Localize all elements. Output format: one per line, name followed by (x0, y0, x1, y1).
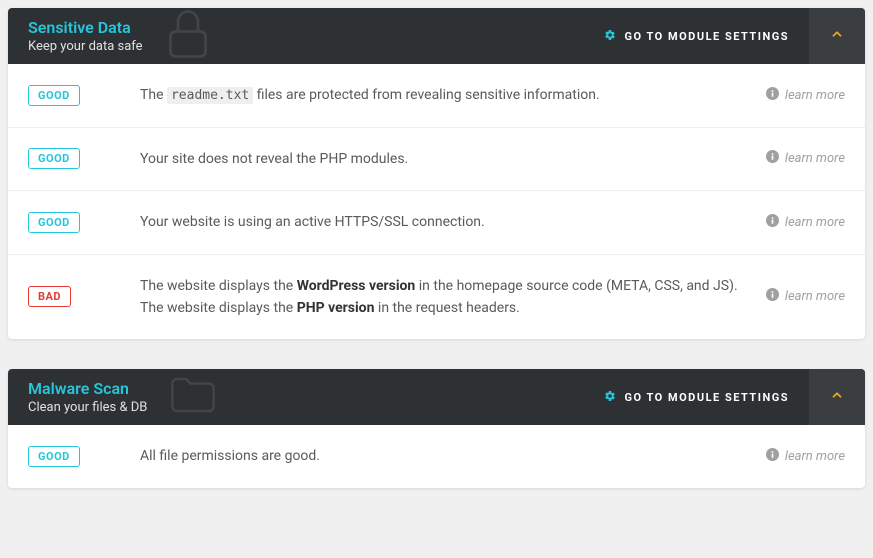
info-icon (766, 214, 779, 231)
gear-icon (604, 390, 616, 405)
module-subtitle: Clean your files & DB (28, 400, 584, 415)
status-description: The readme.txt files are protected from … (140, 84, 766, 107)
learn-more-label: learn more (785, 215, 845, 230)
desc-text: Your site does not reveal the PHP module… (140, 151, 408, 167)
module-header: Sensitive Data Keep your data safe GO TO M… (8, 8, 865, 64)
learn-more-label: learn more (785, 88, 845, 103)
learn-more-link[interactable]: learn more (766, 288, 845, 305)
status-description: All file permissions are good. (140, 445, 766, 467)
info-icon (766, 87, 779, 104)
module-subtitle: Keep your data safe (28, 39, 584, 54)
desc-bold: PHP version (297, 300, 375, 316)
status-row: GOOD Your site does not reveal the PHP mo… (8, 128, 865, 191)
desc-code: readme.txt (167, 87, 253, 104)
desc-bold: WordPress version (297, 278, 416, 294)
chevron-up-icon (830, 388, 844, 406)
module-settings-link[interactable]: GO TO MODULE SETTINGS (584, 29, 809, 44)
settings-label: GO TO MODULE SETTINGS (624, 391, 789, 404)
info-icon (766, 288, 779, 305)
learn-more-label: learn more (785, 449, 845, 464)
status-badge: BAD (28, 286, 71, 307)
learn-more-link[interactable]: learn more (766, 448, 845, 465)
collapse-toggle[interactable] (809, 369, 865, 425)
learn-more-link[interactable]: learn more (766, 87, 845, 104)
status-description: The website displays the WordPress versi… (140, 275, 766, 320)
info-icon (766, 448, 779, 465)
module-card: Sensitive Data Keep your data safe GO TO M… (8, 8, 865, 339)
settings-label: GO TO MODULE SETTINGS (624, 30, 789, 43)
module-settings-link[interactable]: GO TO MODULE SETTINGS (584, 390, 809, 405)
status-row: GOOD The readme.txt files are protected f… (8, 64, 865, 128)
gear-icon (604, 29, 616, 44)
desc-text: files are protected from revealing sensi… (253, 87, 599, 103)
status-badge: GOOD (28, 212, 80, 233)
collapse-toggle[interactable] (809, 8, 865, 64)
desc-text: in the request headers. (374, 300, 519, 316)
status-row: BAD The website displays the WordPress ve… (8, 255, 865, 340)
status-row: GOOD All file permissions are good. learn … (8, 425, 865, 487)
info-icon (766, 150, 779, 167)
desc-text: in the homepage source code (META, CSS, … (415, 278, 737, 294)
status-description: Your site does not reveal the PHP module… (140, 148, 766, 170)
module-card: Malware Scan Clean your files & DB GO TO M… (8, 369, 865, 487)
chevron-up-icon (830, 27, 844, 45)
desc-text: The (140, 87, 167, 103)
learn-more-link[interactable]: learn more (766, 214, 845, 231)
desc-text: Your website is using an active HTTPS/SS… (140, 214, 485, 230)
desc-text: The website displays the (140, 278, 297, 294)
status-badge: GOOD (28, 85, 80, 106)
module-header: Malware Scan Clean your files & DB GO TO M… (8, 369, 865, 425)
module-title: Malware Scan (28, 379, 584, 398)
desc-text: The website displays the (140, 300, 297, 316)
learn-more-link[interactable]: learn more (766, 150, 845, 167)
status-badge: GOOD (28, 148, 80, 169)
module-title: Sensitive Data (28, 18, 584, 37)
desc-text: All file permissions are good. (140, 448, 320, 464)
status-badge: GOOD (28, 446, 80, 467)
learn-more-label: learn more (785, 289, 845, 304)
status-description: Your website is using an active HTTPS/SS… (140, 211, 766, 233)
learn-more-label: learn more (785, 151, 845, 166)
status-row: GOOD Your website is using an active HTTP… (8, 191, 865, 254)
